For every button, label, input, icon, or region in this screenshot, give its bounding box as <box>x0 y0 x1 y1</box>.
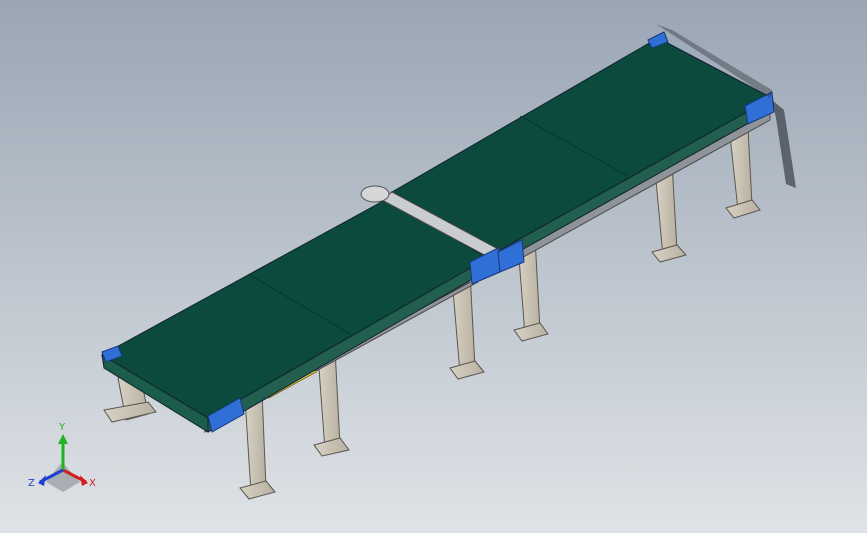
triad-z-label: Z <box>28 478 35 489</box>
drive-motor <box>360 185 390 203</box>
triad-y-label: Y <box>58 422 66 433</box>
3d-scene[interactable]: X Y Z <box>0 0 867 533</box>
graphics-viewport[interactable]: X Y Z <box>0 0 867 533</box>
triad-x-label: X <box>89 478 96 489</box>
